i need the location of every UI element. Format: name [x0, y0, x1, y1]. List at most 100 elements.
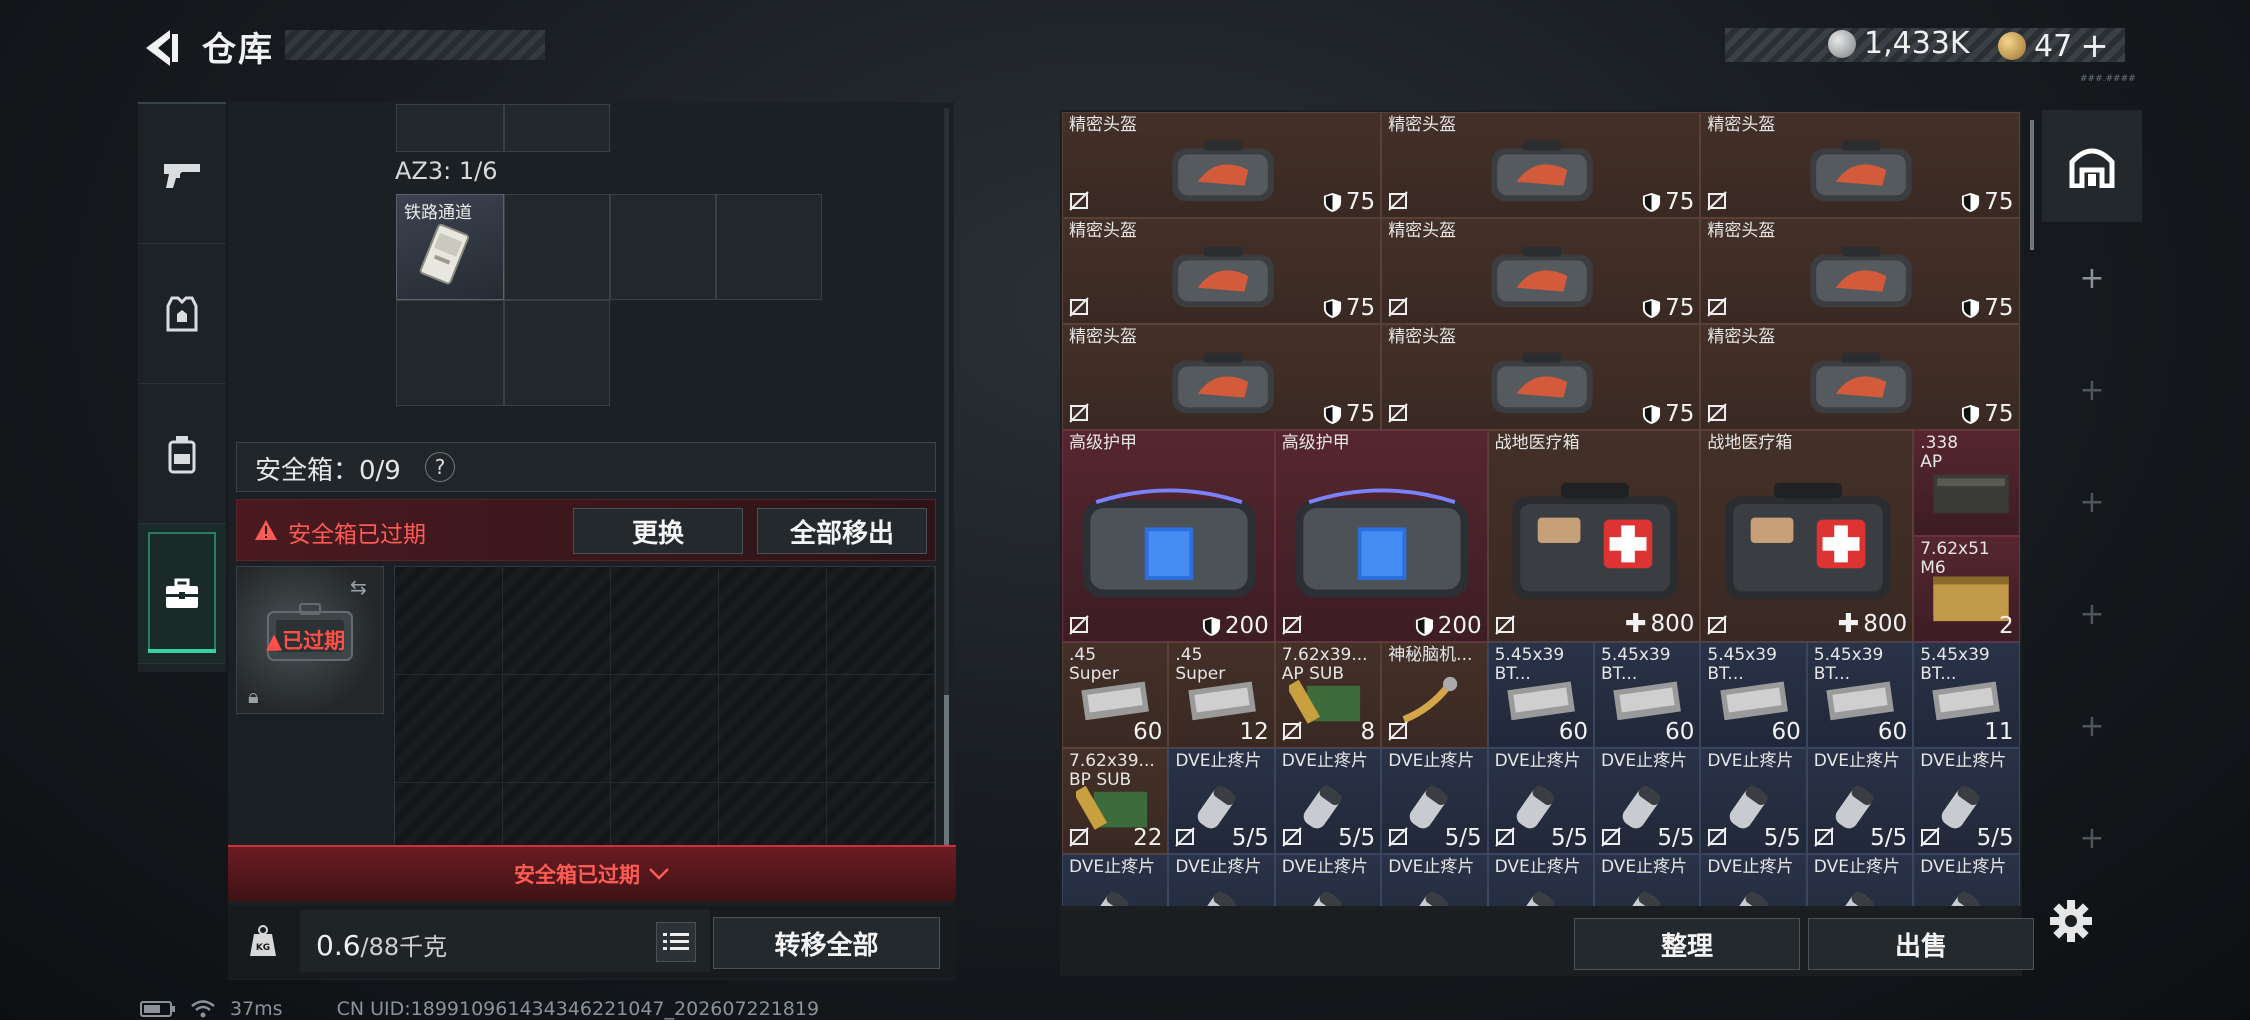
currency-premium[interactable]: 47 + — [1998, 26, 2109, 66]
gear-icon[interactable] — [2048, 898, 2094, 944]
stash-item[interactable]: 高级护甲 200 — [1274, 430, 1488, 642]
sell-button[interactable]: 出售 — [1808, 918, 2034, 970]
stash-item[interactable]: .338 AP — [1913, 430, 2020, 536]
tab-stash-add[interactable]: + — [2042, 670, 2142, 782]
stash-item[interactable]: 精密头盔 75 — [1062, 218, 1382, 324]
stash-item[interactable]: DVE止疼片 5/5 — [1913, 748, 2020, 854]
sort-button[interactable]: 整理 — [1574, 918, 1800, 970]
tab-stash-add[interactable]: + — [2042, 782, 2142, 894]
stash-item[interactable]: DVE止疼片 5/5 — [1806, 748, 1914, 854]
stash-scroll-thumb[interactable] — [2030, 120, 2034, 250]
stash-item-value: 60 — [1772, 719, 1801, 745]
stash-item[interactable]: 精密头盔 75 — [1381, 324, 1701, 430]
stash-item[interactable]: 5.45x39 BT... 60 — [1487, 642, 1594, 748]
stash-item[interactable]: 7.62x39... AP SUB 8 — [1274, 642, 1382, 748]
stash-item[interactable]: DVE止疼片 — [1062, 854, 1169, 906]
tab-stash-add[interactable]: + — [2042, 558, 2142, 670]
container-cell[interactable] — [504, 300, 610, 406]
currency-coins[interactable]: 1,433K — [1828, 26, 1970, 61]
stash-item[interactable]: 7.62x51 M6 2 — [1913, 536, 2020, 642]
stash-item[interactable]: DVE止疼片 — [1700, 854, 1807, 906]
stash-grid[interactable]: 精密头盔 75 精密头盔 75 精密头盔 75 精密头盔 75 精密头盔 75 精密头盔 75 精密头盔… — [1062, 112, 2020, 906]
stash-item-name: 战地医疗箱 — [1707, 433, 1793, 453]
stash-item[interactable]: 战地医疗箱 ✚ 800 — [1487, 430, 1701, 642]
tab-stash-add[interactable]: + — [2042, 222, 2142, 334]
stash-item[interactable]: 精密头盔 75 — [1700, 218, 2020, 324]
replace-button[interactable]: 更换 — [573, 508, 743, 554]
warning-icon — [255, 520, 277, 540]
pill-icon — [1821, 885, 1901, 906]
container-cell[interactable] — [504, 194, 610, 300]
weight-readout: 0.6/88千克 — [316, 927, 447, 962]
container-cell[interactable] — [716, 194, 822, 300]
list-view-button[interactable] — [656, 922, 696, 962]
stash-item-value: 5/5 — [1977, 825, 2014, 851]
stash-item-value: 75 — [1961, 189, 2014, 215]
stash-item[interactable]: .45 Super 60 — [1062, 642, 1169, 748]
tab-stash-main[interactable] — [2042, 110, 2142, 222]
tab-backpack[interactable] — [138, 384, 226, 524]
stash-item[interactable]: DVE止疼片 — [1274, 854, 1382, 906]
stash-item[interactable]: DVE止疼片 — [1168, 854, 1275, 906]
stash-item-value-text: 75 — [1345, 295, 1376, 321]
stash-item[interactable]: DVE止疼片 — [1913, 854, 2020, 906]
left-scroll-thumb[interactable] — [944, 695, 949, 845]
back-button[interactable] — [136, 24, 184, 72]
stash-item[interactable]: .45 Super 12 — [1168, 642, 1275, 748]
stash-item[interactable]: DVE止疼片 — [1594, 854, 1701, 906]
stash-item[interactable]: 高级护甲 200 — [1062, 430, 1275, 642]
stash-item[interactable]: 精密头盔 75 — [1381, 218, 1701, 324]
stash-arch-icon — [2069, 148, 2115, 188]
container-cell[interactable] — [396, 104, 504, 152]
stash-item[interactable]: 精密头盔 75 — [1381, 112, 1701, 218]
stash-item[interactable]: DVE止疼片 — [1381, 854, 1488, 906]
stash-item[interactable]: 精密头盔 75 — [1700, 324, 2020, 430]
container-cell[interactable] — [396, 300, 504, 406]
container-cell[interactable] — [610, 194, 716, 300]
tab-stash-add[interactable]: + — [2042, 446, 2142, 558]
stash-item[interactable]: DVE止疼片 5/5 — [1487, 748, 1594, 854]
tab-weapons[interactable] — [138, 104, 226, 244]
stash-item[interactable]: DVE止疼片 5/5 — [1168, 748, 1275, 854]
no-insure-icon — [1282, 721, 1302, 741]
stash-item[interactable]: 战地医疗箱 ✚ 800 — [1700, 430, 1914, 642]
stash-item-name: 7.62x39... BP SUB — [1069, 751, 1155, 790]
transfer-all-button[interactable]: 转移全部 — [713, 917, 940, 969]
stash-item[interactable]: DVE止疼片 — [1806, 854, 1914, 906]
briefcase-icon — [166, 578, 198, 608]
stash-item-value-text: 5/5 — [1338, 825, 1376, 851]
stash-item[interactable]: DVE止疼片 5/5 — [1594, 748, 1701, 854]
currency-add-button[interactable]: + — [2080, 26, 2109, 66]
stash-item-name: DVE止疼片 — [1281, 751, 1368, 771]
stash-item[interactable]: 5.45x39 BT... 60 — [1806, 642, 1914, 748]
stash-item[interactable]: 精密头盔 75 — [1062, 324, 1382, 430]
page-title: 仓库 — [202, 30, 274, 70]
stash-item[interactable]: 精密头盔 75 — [1700, 112, 2020, 218]
move-all-out-button[interactable]: 全部移出 — [757, 508, 927, 554]
stash-item-value-text: 200 — [1437, 613, 1482, 639]
plus-icon: + — [2079, 820, 2105, 856]
safe-box-expired-banner[interactable]: 安全箱已过期 — [228, 845, 956, 901]
stash-item[interactable]: DVE止疼片 5/5 — [1700, 748, 1807, 854]
weight-max: /88千克 — [360, 933, 448, 961]
stash-item[interactable]: DVE止疼片 — [1487, 854, 1594, 906]
no-insure-icon — [1707, 827, 1728, 847]
tab-safe-case[interactable] — [138, 524, 226, 664]
stash-item[interactable]: 5.45x39 BT... 11 — [1913, 642, 2020, 748]
stash-item[interactable]: 5.45x39 BT... 60 — [1594, 642, 1701, 748]
stash-item-name: DVE止疼片 — [1175, 857, 1262, 877]
stash-item-value-text: 800 — [1650, 611, 1695, 637]
stash-item-value: 60 — [1133, 719, 1162, 745]
stash-item[interactable]: DVE止疼片 5/5 — [1274, 748, 1382, 854]
stash-item[interactable]: 精密头盔 75 — [1062, 112, 1382, 218]
tab-armor[interactable] — [138, 244, 226, 384]
stash-item[interactable]: 7.62x39... BP SUB 22 — [1062, 748, 1169, 854]
help-button[interactable]: ? — [425, 452, 455, 482]
stash-item[interactable]: 神秘脑机... — [1381, 642, 1488, 748]
container-cell[interactable] — [504, 104, 610, 152]
stash-item[interactable]: 5.45x39 BT... 60 — [1700, 642, 1807, 748]
stash-item[interactable]: DVE止疼片 5/5 — [1381, 748, 1488, 854]
stash-item-value-text: 60 — [1771, 719, 1801, 745]
tab-stash-add[interactable]: + — [2042, 334, 2142, 446]
stash-item-value: 75 — [1323, 295, 1375, 321]
